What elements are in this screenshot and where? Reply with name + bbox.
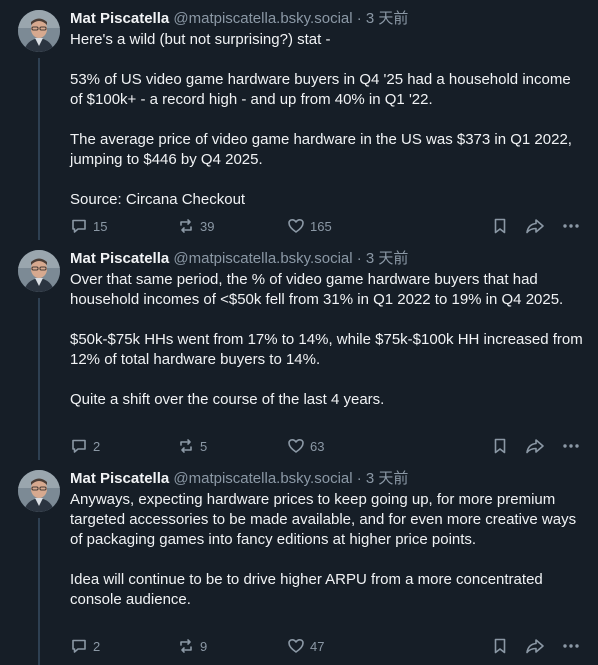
- author-handle[interactable]: @matpiscatella.bsky.social: [173, 10, 352, 27]
- reply-icon: [72, 219, 86, 233]
- bookmark-button[interactable]: [491, 635, 509, 657]
- repost-icon: [180, 219, 192, 233]
- post-header: Mat Piscatella @matpiscatella.bsky.socia…: [70, 249, 588, 269]
- like-count: 63: [310, 438, 325, 454]
- author-name[interactable]: Mat Piscatella: [70, 250, 169, 267]
- more-icon: [563, 444, 579, 448]
- repost-button[interactable]: 39: [177, 215, 214, 237]
- like-count: 47: [310, 638, 325, 654]
- like-button[interactable]: 47: [287, 635, 324, 657]
- repost-count: 9: [200, 638, 208, 654]
- post[interactable]: Mat Piscatella @matpiscatella.bsky.socia…: [0, 0, 598, 240]
- reply-button[interactable]: 15: [70, 215, 107, 237]
- post-paragraph: Here's a wild (but not surprising?) stat…: [70, 31, 331, 48]
- avatar[interactable]: [18, 470, 60, 512]
- post-paragraph: $50k-$75k HHs went from 17% to 14%, whil…: [70, 331, 583, 368]
- post[interactable]: Mat Piscatella @matpiscatella.bsky.socia…: [0, 240, 598, 460]
- thread-line: [38, 298, 40, 460]
- author-name[interactable]: Mat Piscatella: [70, 470, 169, 487]
- thread-line: [38, 518, 40, 665]
- bookmark-button[interactable]: [491, 215, 509, 237]
- author-name[interactable]: Mat Piscatella: [70, 10, 169, 27]
- post-paragraph: 53% of US video game hardware buyers in …: [70, 71, 571, 108]
- post-paragraph: Anyways, expecting hardware prices to ke…: [70, 491, 577, 548]
- heart-icon: [288, 219, 304, 233]
- share-icon: [526, 219, 544, 234]
- post-text: Here's a wild (but not surprising?) stat…: [70, 30, 585, 210]
- post-actions: 2 9 47: [70, 635, 580, 657]
- more-options-button[interactable]: [561, 215, 581, 237]
- share-button[interactable]: [525, 215, 545, 237]
- reply-icon: [72, 439, 86, 453]
- post-text: Anyways, expecting hardware prices to ke…: [70, 490, 585, 610]
- bookmark-icon: [494, 438, 506, 454]
- thread-line: [38, 58, 40, 240]
- heart-icon: [288, 639, 304, 653]
- share-icon: [526, 639, 544, 654]
- bookmark-icon: [494, 218, 506, 234]
- repost-button[interactable]: 5: [177, 435, 207, 457]
- share-button[interactable]: [525, 635, 545, 657]
- post-time[interactable]: · 3 天前: [357, 250, 409, 267]
- post-header: Mat Piscatella @matpiscatella.bsky.socia…: [70, 469, 588, 489]
- post[interactable]: Mat Piscatella @matpiscatella.bsky.socia…: [0, 460, 598, 665]
- post-paragraph: Idea will continue to be to drive higher…: [70, 571, 543, 608]
- reply-count: 2: [93, 438, 101, 454]
- author-handle[interactable]: @matpiscatella.bsky.social: [173, 470, 352, 487]
- share-icon: [526, 439, 544, 454]
- like-button[interactable]: 63: [287, 435, 324, 457]
- like-button[interactable]: 165: [287, 215, 332, 237]
- post-time[interactable]: · 3 天前: [357, 470, 409, 487]
- post-paragraph: The average price of video game hardware…: [70, 131, 572, 168]
- repost-icon: [180, 439, 192, 453]
- post-thread: Mat Piscatella @matpiscatella.bsky.socia…: [0, 0, 598, 665]
- avatar[interactable]: [18, 250, 60, 292]
- heart-icon: [288, 439, 304, 453]
- repost-count: 5: [200, 438, 208, 454]
- like-count: 165: [310, 218, 332, 234]
- author-handle[interactable]: @matpiscatella.bsky.social: [173, 250, 352, 267]
- more-options-button[interactable]: [561, 635, 581, 657]
- more-options-button[interactable]: [561, 435, 581, 457]
- bookmark-icon: [494, 638, 506, 654]
- reply-icon: [72, 639, 86, 653]
- repost-button[interactable]: 9: [177, 635, 207, 657]
- reply-button[interactable]: 2: [70, 435, 100, 457]
- post-paragraph: Quite a shift over the course of the las…: [70, 391, 385, 408]
- post-actions: 15 39 165: [70, 215, 580, 237]
- post-text: Over that same period, the % of video ga…: [70, 270, 585, 410]
- post-header: Mat Piscatella @matpiscatella.bsky.socia…: [70, 9, 588, 29]
- post-actions: 2 5 63: [70, 435, 580, 457]
- reply-count: 15: [93, 218, 108, 234]
- bookmark-button[interactable]: [491, 435, 509, 457]
- reply-button[interactable]: 2: [70, 635, 100, 657]
- avatar[interactable]: [18, 10, 60, 52]
- post-paragraph: Source: Circana Checkout: [70, 191, 246, 208]
- reply-count: 2: [93, 638, 101, 654]
- post-paragraph: Over that same period, the % of video ga…: [70, 271, 564, 308]
- repost-count: 39: [200, 218, 215, 234]
- repost-icon: [180, 639, 192, 653]
- more-icon: [563, 224, 579, 228]
- post-time[interactable]: · 3 天前: [357, 10, 409, 27]
- share-button[interactable]: [525, 435, 545, 457]
- more-icon: [563, 644, 579, 648]
